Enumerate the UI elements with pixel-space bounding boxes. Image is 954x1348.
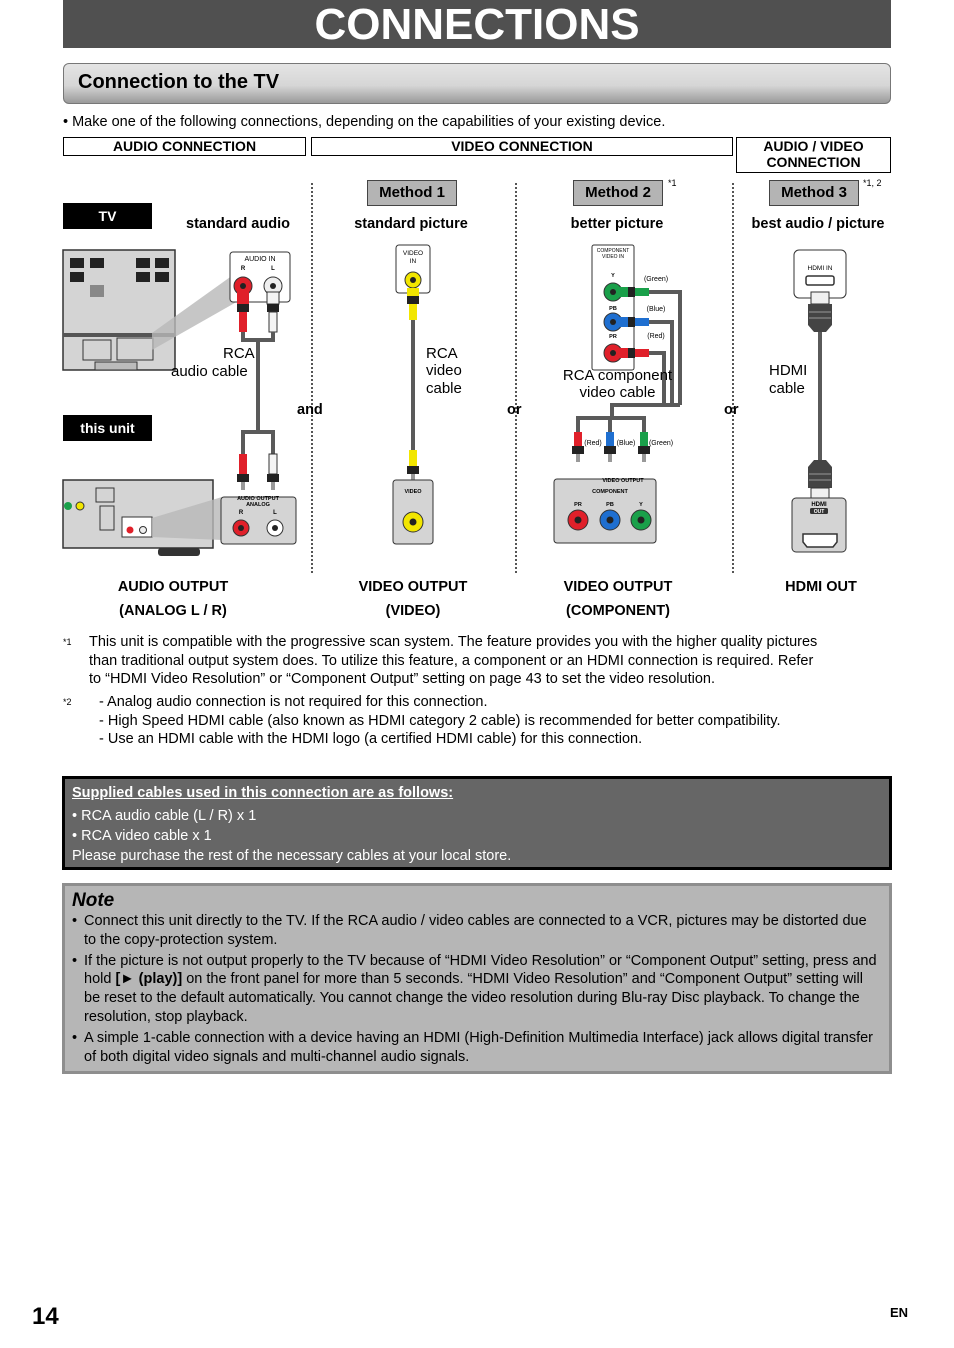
svg-text:PB: PB xyxy=(609,306,617,312)
svg-text:Y: Y xyxy=(611,273,615,279)
note-item: Connect this unit directly to the TV. If… xyxy=(72,912,882,950)
rca-video-cable-label-line3: cable xyxy=(426,380,462,397)
rca-video-cable-label-line1: RCA xyxy=(426,345,458,362)
or-conjunction-1: or xyxy=(507,402,522,418)
tv-video-in-jack: VIDEO IN xyxy=(395,244,431,294)
svg-text:R: R xyxy=(241,266,246,272)
unit-back-panel-illustration xyxy=(62,479,222,556)
caption-video-output: VIDEO OUTPUT (VIDEO) xyxy=(358,579,468,619)
svg-text:VIDEO OUTPUT: VIDEO OUTPUT xyxy=(602,478,644,484)
svg-text:COMPONENT: COMPONENT xyxy=(592,489,628,495)
svg-text:ANALOG: ANALOG xyxy=(246,502,270,508)
svg-text:PR: PR xyxy=(609,334,617,340)
rca-video-cable-label-line2: video xyxy=(426,362,462,379)
svg-text:(Blue): (Blue) xyxy=(617,440,636,447)
svg-text:OUT: OUT xyxy=(814,509,825,515)
svg-text:HDMI: HDMI xyxy=(811,502,827,508)
supplied-item: • RCA video cable x 1 xyxy=(72,828,212,844)
supplied-cables-box: Supplied cables used in this connection … xyxy=(62,776,892,870)
hdmi-cable-label-line2: cable xyxy=(769,380,805,397)
svg-text:PR: PR xyxy=(574,502,582,508)
rca-audio-cable-label-line1: RCA xyxy=(223,345,255,362)
and-conjunction: and xyxy=(297,402,323,418)
note-heading: Note xyxy=(72,890,115,911)
rca-video-cable-graphic xyxy=(407,288,419,482)
language-indicator: EN xyxy=(890,1305,909,1320)
hdmi-cable-graphic xyxy=(808,291,832,499)
rca-audio-cable-graphic xyxy=(237,291,280,490)
unit-audio-output-jacks: AUDIO OUTPUT ANALOG R L xyxy=(220,496,297,545)
tv-back-panel-illustration xyxy=(62,249,240,371)
caption-component-output: VIDEO OUTPUT (COMPONENT) xyxy=(563,579,673,619)
svg-text:VIDEO IN: VIDEO IN xyxy=(602,254,624,260)
tv-audio-in-label: AUDIO IN xyxy=(244,256,275,263)
svg-text:(Green): (Green) xyxy=(644,276,668,283)
svg-text:(Red): (Red) xyxy=(584,440,602,447)
caption-hdmi-out: HDMI OUT xyxy=(785,579,857,595)
note-box: Note Connect this unit directly to the T… xyxy=(62,883,892,1074)
connection-diagram: AUDIO IN R L AUDIO OUTPUT ANALOG R L VID… xyxy=(62,244,847,556)
rca-audio-cable-label-line2: audio cable xyxy=(171,363,248,380)
svg-text:L: L xyxy=(271,266,275,272)
supplied-item: • RCA audio cable (L / R) x 1 xyxy=(72,808,257,824)
supplied-cables-heading: Supplied cables used in this connection … xyxy=(72,785,454,801)
svg-text:HDMI IN: HDMI IN xyxy=(808,265,833,272)
or-conjunction-2: or xyxy=(724,402,739,418)
supplied-footer: Please purchase the rest of the necessar… xyxy=(72,848,512,864)
svg-text:VIDEO: VIDEO xyxy=(403,250,423,257)
component-cable-label-line2: video cable xyxy=(579,384,656,401)
caption-audio-output: AUDIO OUTPUT (ANALOG L / R) xyxy=(117,579,229,619)
footnote-1-mark: *1 xyxy=(63,637,72,647)
footnote-1: *1 This unit is compatible with the prog… xyxy=(63,634,818,687)
footnote-2: *2 - Analog audio connection is not requ… xyxy=(63,694,781,747)
page-number: 14 xyxy=(32,1303,59,1330)
footnote-2-mark: *2 xyxy=(63,697,72,707)
svg-text:Y: Y xyxy=(639,502,643,508)
svg-text:(Red): (Red) xyxy=(647,333,665,340)
hdmi-cable-label-line1: HDMI xyxy=(769,362,808,379)
svg-text:(Blue): (Blue) xyxy=(647,306,666,313)
tv-hdmi-in-jack: HDMI IN xyxy=(793,249,847,299)
unit-component-output-jacks: VIDEO OUTPUT COMPONENT PR PB Y xyxy=(553,478,657,544)
svg-text:VIDEO: VIDEO xyxy=(404,489,422,495)
svg-text:(Green): (Green) xyxy=(649,440,673,447)
svg-text:R: R xyxy=(239,510,244,516)
component-cable-label-line1: RCA component xyxy=(562,367,673,384)
svg-text:L: L xyxy=(273,510,277,516)
unit-video-output-jack: VIDEO xyxy=(392,479,434,545)
note-item: A simple 1-cable connection with a devic… xyxy=(72,1029,882,1067)
note-item: If the picture is not output properly to… xyxy=(72,952,882,1027)
svg-text:IN: IN xyxy=(410,258,417,265)
play-button-reference: [► (play)] xyxy=(115,971,183,988)
svg-text:PB: PB xyxy=(606,502,614,508)
unit-hdmi-out-jack: HDMI OUT xyxy=(791,497,847,553)
